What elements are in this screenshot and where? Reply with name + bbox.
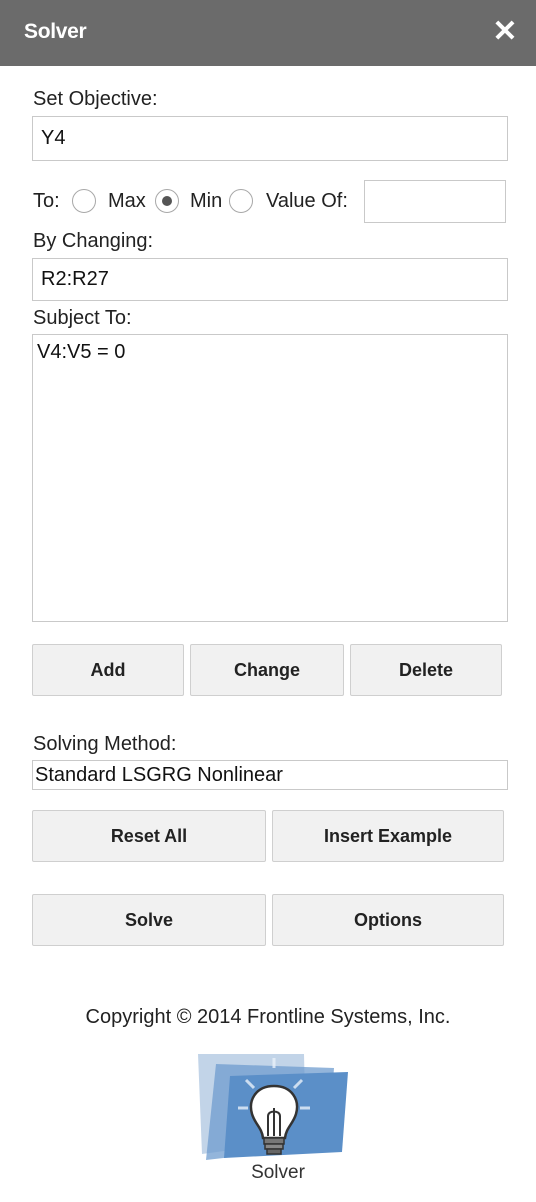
- copyright-text: Copyright © 2014 Frontline Systems, Inc.: [85, 1006, 451, 1028]
- solving-method-select[interactable]: Standard LSGRG Nonlinear: [32, 760, 508, 790]
- title-bar: Solver ✕: [0, 0, 536, 66]
- by-changing-value: R2:R27: [41, 268, 109, 290]
- constraint-item[interactable]: V4:V5 = 0: [37, 341, 503, 364]
- options-button[interactable]: Options: [272, 894, 504, 946]
- radio-min[interactable]: [155, 189, 179, 213]
- window-title: Solver: [24, 20, 87, 43]
- by-changing-label: By Changing:: [33, 230, 154, 252]
- insert-example-button[interactable]: Insert Example: [272, 810, 504, 862]
- min-label: Min: [190, 190, 223, 212]
- by-changing-input[interactable]: R2:R27: [32, 258, 508, 301]
- solving-method-value: Standard LSGRG Nonlinear: [35, 763, 283, 786]
- delete-button[interactable]: Delete: [350, 644, 502, 696]
- close-icon[interactable]: ✕: [490, 17, 520, 47]
- objective-input[interactable]: Y4: [32, 116, 508, 161]
- to-label: To:: [33, 190, 60, 212]
- value-of-label: Value Of:: [266, 190, 348, 212]
- max-label: Max: [108, 190, 146, 212]
- reset-all-button[interactable]: Reset All: [32, 810, 266, 862]
- solving-method-label: Solving Method:: [33, 733, 177, 755]
- change-button[interactable]: Change: [190, 644, 344, 696]
- subject-to-label: Subject To:: [33, 307, 132, 329]
- solve-button[interactable]: Solve: [32, 894, 266, 946]
- radio-max[interactable]: [72, 189, 96, 213]
- constraints-list[interactable]: V4:V5 = 0: [32, 334, 508, 622]
- objective-value: Y4: [41, 127, 66, 149]
- set-objective-label: Set Objective:: [33, 88, 158, 110]
- lightbulb-icon: [198, 1054, 348, 1160]
- radio-value-of[interactable]: [229, 189, 253, 213]
- add-button[interactable]: Add: [32, 644, 184, 696]
- value-of-input[interactable]: [364, 180, 506, 223]
- solver-logo-label: Solver: [251, 1162, 305, 1183]
